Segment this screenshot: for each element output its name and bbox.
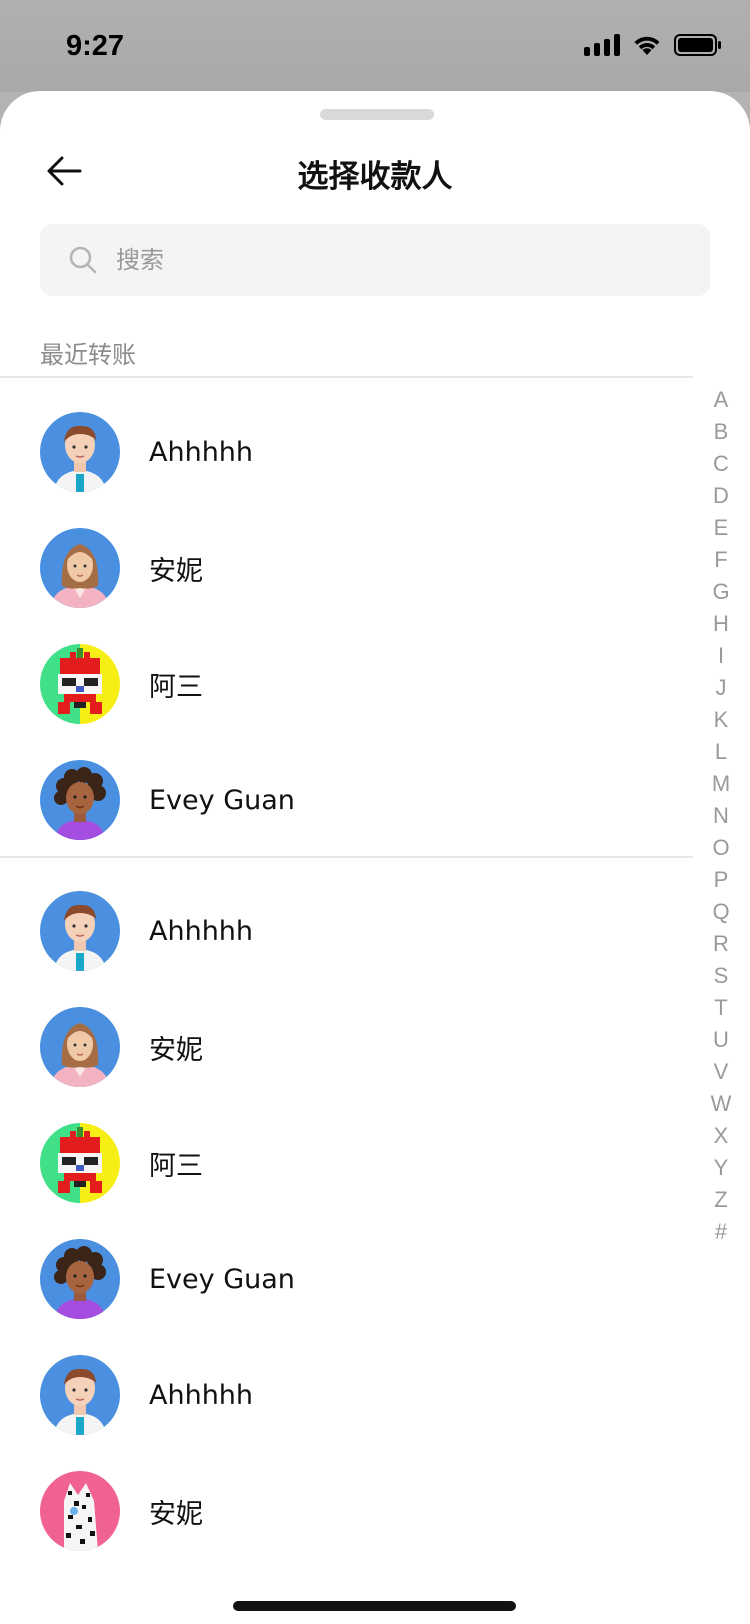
status-bar: 9:27: [0, 0, 750, 92]
female-avatar: [40, 528, 120, 608]
wifi-icon: [632, 34, 662, 56]
contact-name: 阿三: [149, 1150, 203, 1182]
contact-name: Evey Guan: [149, 784, 295, 816]
contact-row[interactable]: Evey Guan: [0, 742, 693, 858]
female-avatar: [40, 1007, 120, 1087]
alpha-index-letter[interactable]: Q: [712, 896, 729, 928]
contact-row[interactable]: Ahhhhh: [0, 394, 693, 510]
alpha-index-letter[interactable]: V: [714, 1056, 729, 1088]
contact-row[interactable]: Ahhhhh: [0, 873, 693, 989]
alpha-index-letter[interactable]: G: [712, 576, 729, 608]
search-icon: [68, 245, 98, 275]
pixel-robot-avatar: [40, 1123, 120, 1203]
contact-name: Ahhhhh: [149, 1379, 254, 1411]
contact-name: 安妮: [149, 1034, 203, 1066]
contact-name: 安妮: [149, 555, 203, 587]
contact-name: Evey Guan: [149, 1263, 295, 1295]
alpha-index-letter[interactable]: N: [713, 800, 729, 832]
alpha-index-letter[interactable]: P: [714, 864, 729, 896]
alpha-index-letter[interactable]: K: [714, 704, 729, 736]
curly-hair-avatar: [40, 760, 120, 840]
curly-hair-avatar: [40, 1239, 120, 1319]
contact-row[interactable]: Ahhhhh: [0, 1337, 693, 1453]
alpha-index-letter[interactable]: U: [713, 1024, 729, 1056]
contact-row[interactable]: 安妮: [0, 510, 693, 626]
alpha-index-letter[interactable]: C: [713, 448, 729, 480]
alpha-index-letter[interactable]: L: [715, 736, 727, 768]
alpha-index-letter[interactable]: A: [714, 384, 729, 416]
contact-row[interactable]: 阿三: [0, 626, 693, 742]
alpha-index-letter[interactable]: B: [714, 416, 729, 448]
recent-contact-list: Ahhhhh 安妮 阿三 Evey Guan: [0, 394, 693, 858]
contact-name: Ahhhhh: [149, 436, 254, 468]
status-icons: [584, 34, 722, 56]
alpha-index-letter[interactable]: X: [714, 1120, 729, 1152]
search-input[interactable]: [116, 246, 676, 274]
pixel-robot-avatar: [40, 644, 120, 724]
contact-row[interactable]: 安妮: [0, 1453, 693, 1569]
alpha-index-letter[interactable]: F: [714, 544, 727, 576]
contact-name: Ahhhhh: [149, 915, 254, 947]
alpha-index-letter[interactable]: T: [714, 992, 727, 1024]
page-title: 选择收款人: [297, 159, 453, 195]
alpha-index-letter[interactable]: R: [713, 928, 729, 960]
alpha-index-letter[interactable]: M: [712, 768, 730, 800]
sheet-grabber[interactable]: [320, 109, 434, 120]
contact-name: 阿三: [149, 671, 203, 703]
recent-transfers-header: 最近转账: [40, 341, 136, 369]
contact-row[interactable]: Evey Guan: [0, 1221, 693, 1337]
home-indicator: [233, 1601, 516, 1611]
battery-icon: [674, 34, 722, 56]
alpha-index-letter[interactable]: O: [712, 832, 729, 864]
male-avatar: [40, 1355, 120, 1435]
alpha-index-letter[interactable]: D: [713, 480, 729, 512]
male-avatar: [40, 891, 120, 971]
nft-cat-avatar: [40, 1471, 120, 1551]
alpha-index-letter[interactable]: S: [714, 960, 729, 992]
alpha-index-letter[interactable]: H: [713, 608, 729, 640]
alpha-index-letter[interactable]: I: [718, 640, 724, 672]
section-divider: [0, 376, 693, 378]
male-avatar: [40, 412, 120, 492]
status-time: 9:27: [66, 30, 125, 62]
alpha-index-letter[interactable]: J: [716, 672, 727, 704]
section-divider: [0, 856, 693, 858]
cellular-signal-icon: [584, 34, 620, 56]
contact-row[interactable]: 安妮: [0, 989, 693, 1105]
recipient-sheet: 选择收款人 最近转账: [0, 91, 750, 1624]
all-contact-list: Ahhhhh 安妮 阿三 Evey Guan Ahhhhh 安妮: [0, 873, 693, 1569]
contact-name: 安妮: [149, 1498, 203, 1530]
alpha-index-letter[interactable]: Y: [714, 1152, 729, 1184]
alpha-index-letter[interactable]: E: [714, 512, 729, 544]
contact-row[interactable]: 阿三: [0, 1105, 693, 1221]
alphabet-index[interactable]: A B C D E F G H I J K L M N O P Q R S T U V W X Y Z #: [706, 384, 736, 1248]
alpha-index-letter[interactable]: Z: [714, 1184, 727, 1216]
alpha-index-letter[interactable]: W: [711, 1088, 732, 1120]
alpha-index-letter[interactable]: #: [715, 1216, 727, 1248]
search-bar[interactable]: [40, 224, 710, 296]
